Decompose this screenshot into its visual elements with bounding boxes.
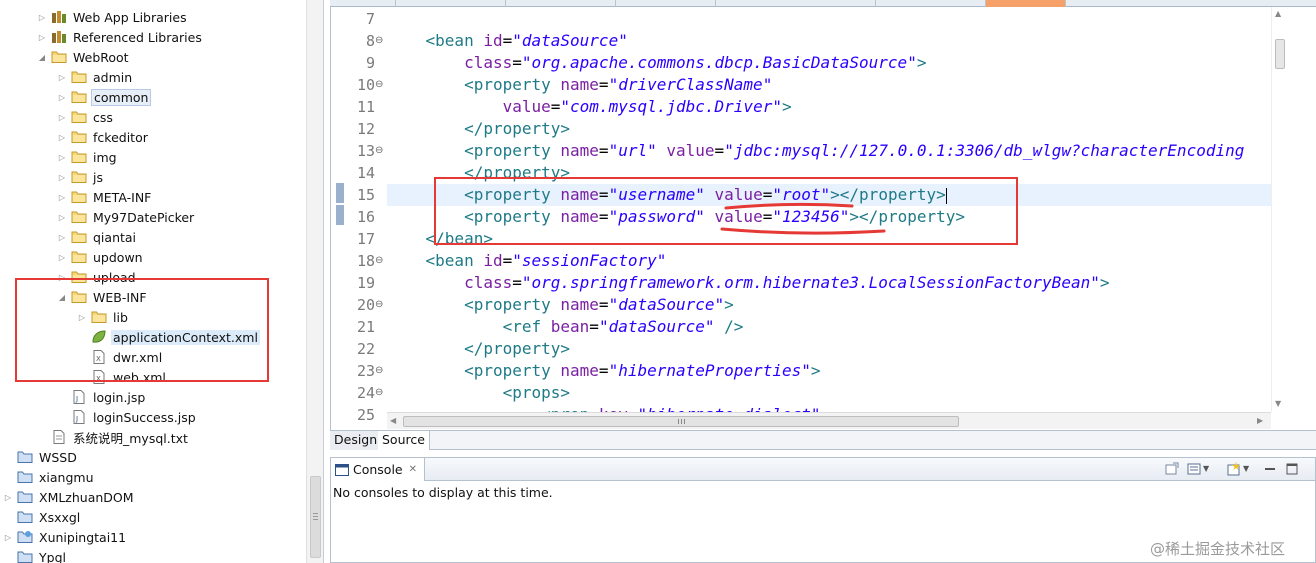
underline-password	[720, 227, 886, 235]
underline-username	[724, 202, 854, 210]
watermark: @稀土掘金技术社区	[1150, 540, 1286, 558]
annotation-underlines	[720, 202, 886, 235]
